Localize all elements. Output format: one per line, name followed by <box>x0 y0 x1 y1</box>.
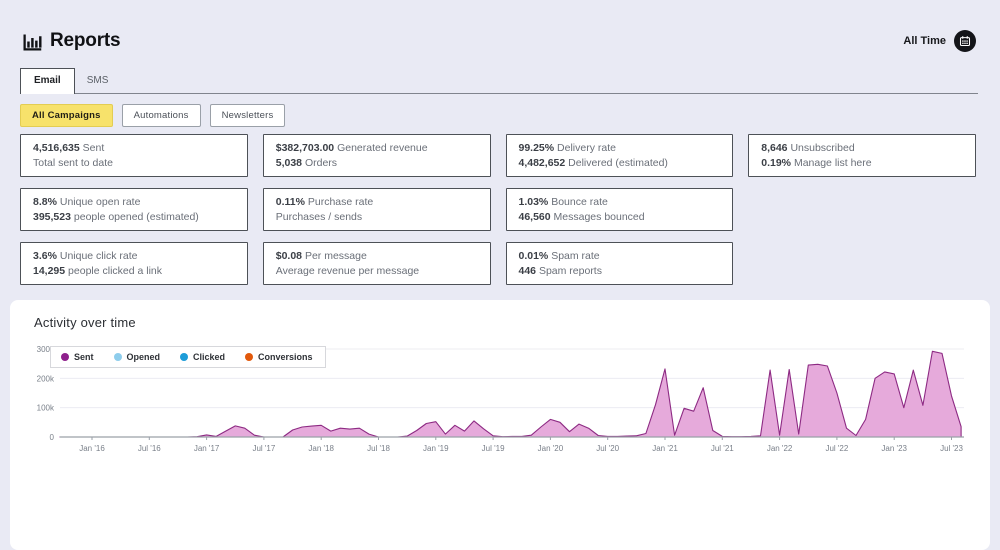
svg-text:Jul '21: Jul '21 <box>711 444 734 453</box>
svg-text:Jul '20: Jul '20 <box>596 444 619 453</box>
svg-text:Jan '17: Jan '17 <box>194 444 220 453</box>
svg-text:0: 0 <box>50 433 55 442</box>
svg-text:Jan '23: Jan '23 <box>881 444 907 453</box>
calendar-icon[interactable] <box>954 30 976 52</box>
sent-dot-icon <box>61 353 69 361</box>
legend-item-clicked[interactable]: Clicked <box>180 352 225 362</box>
stat-card-revenue: $382,703.00 Generated revenue 5,038 Orde… <box>262 134 491 177</box>
stat-card-purchase-rate: 0.11% Purchase rate Purchases / sends <box>262 188 491 231</box>
activity-chart: 300k 200k 100k 0 Jan '16 Jul '16 Jan '17 Jul '1… <box>24 343 974 470</box>
filter-automations[interactable]: Automations <box>121 104 201 127</box>
stat-card-open-rate: 8.8% Unique open rate 395,523 people ope… <box>20 188 248 231</box>
reports-page: Reports All Time Email SMS All Campaigns… <box>0 0 1000 550</box>
page-title: Reports <box>50 30 121 51</box>
date-range-control[interactable]: All Time <box>903 30 976 52</box>
svg-text:Jan '22: Jan '22 <box>767 444 793 453</box>
svg-text:100k: 100k <box>37 404 55 413</box>
stat-card-bounce-rate: 1.03% Bounce rate 46,560 Messages bounce… <box>505 188 734 231</box>
clicked-dot-icon <box>180 353 189 361</box>
svg-text:Jan '19: Jan '19 <box>423 444 449 453</box>
opened-dot-icon <box>113 353 122 361</box>
stat-card-unsubscribed: 8,646 Unsubscribed 0.19% Manage list her… <box>748 134 976 177</box>
chart-title: Activity over time <box>34 315 136 330</box>
tab-sms[interactable]: SMS <box>75 69 121 93</box>
filter-all-campaigns[interactable]: All Campaigns <box>20 104 113 127</box>
date-range-label: All Time <box>903 35 946 47</box>
chart-legend: Sent Opened Clicked Conversions <box>50 346 326 368</box>
activity-panel: Activity over time 300k 200k 100k 0 Jan '16 J… <box>10 300 990 550</box>
legend-item-conversions[interactable]: Conversions <box>245 352 313 362</box>
svg-text:Jan '18: Jan '18 <box>308 444 334 453</box>
campaign-filters: All Campaigns Automations Newsletters <box>20 104 978 127</box>
svg-text:Jul '18: Jul '18 <box>367 444 390 453</box>
svg-text:Jul '16: Jul '16 <box>138 444 161 453</box>
stats-grid: 4,516,635 Sent Total sent to date $382,7… <box>20 134 976 285</box>
legend-item-opened[interactable]: Opened <box>113 352 160 362</box>
svg-text:200k: 200k <box>37 374 55 383</box>
conversions-dot-icon <box>245 353 254 361</box>
svg-text:Jan '21: Jan '21 <box>652 444 678 453</box>
filter-newsletters[interactable]: Newsletters <box>209 104 286 127</box>
svg-text:Jan '20: Jan '20 <box>538 444 564 453</box>
svg-text:Jul '22: Jul '22 <box>825 444 848 453</box>
tab-email[interactable]: Email <box>20 68 75 94</box>
stat-card-sent: 4,516,635 Sent Total sent to date <box>20 134 248 177</box>
stat-card-delivery-rate: 99.25% Delivery rate 4,482,652 Delivered… <box>505 134 734 177</box>
legend-item-sent[interactable]: Sent <box>61 352 94 362</box>
bar-chart-icon <box>22 31 43 52</box>
svg-text:Jul '23: Jul '23 <box>940 444 963 453</box>
brand: Reports <box>22 30 121 52</box>
svg-text:Jan '16: Jan '16 <box>79 444 105 453</box>
stat-card-spam-rate: 0.01% Spam rate 446 Spam reports <box>505 242 734 285</box>
channel-tabs: Email SMS <box>20 68 978 94</box>
svg-text:Jul '17: Jul '17 <box>252 444 275 453</box>
svg-text:Jul '19: Jul '19 <box>482 444 505 453</box>
stat-card-click-rate: 3.6% Unique click rate 14,295 people cli… <box>20 242 248 285</box>
stat-card-per-message: $0.08 Per message Average revenue per me… <box>262 242 491 285</box>
page-header: Reports All Time <box>22 30 976 52</box>
